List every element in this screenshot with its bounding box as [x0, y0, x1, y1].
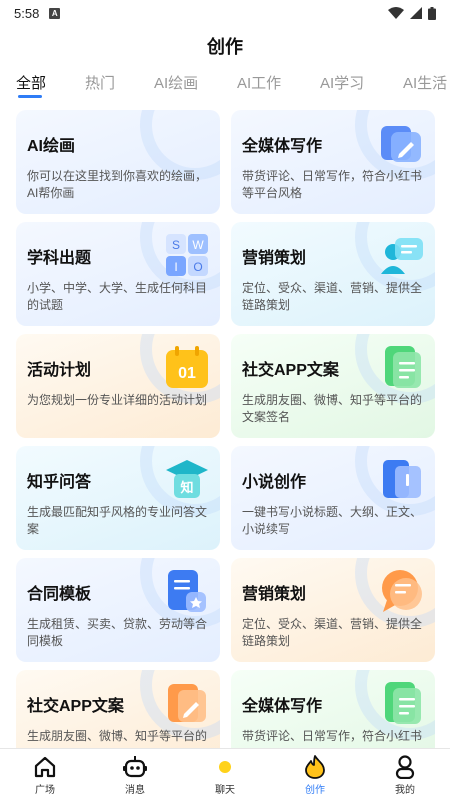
- flame-icon: [302, 754, 328, 780]
- card-title: 社交APP文案: [242, 362, 339, 379]
- green-doc-icon: [385, 682, 421, 724]
- robot-icon: [122, 754, 148, 780]
- card-description: 生成租赁、买卖、贷款、劳动等合同模板: [27, 617, 208, 648]
- card-title: 知乎问答: [27, 474, 92, 491]
- tab-all[interactable]: 全部: [16, 72, 46, 93]
- tab-ai-drawing[interactable]: AI绘画: [154, 72, 198, 93]
- card-activity-plan[interactable]: 活动计划 为您规划一份专业详细的活动计划 01: [16, 334, 220, 438]
- category-tabs: 全部 热门 AI绘画 AI工作 AI学习 AI生活: [0, 68, 450, 104]
- active-tab-indicator: [18, 95, 42, 98]
- card-title: 学科出题: [27, 250, 92, 267]
- card-title: AI绘画: [27, 138, 76, 155]
- card-marketing-plan[interactable]: 营销策划 定位、受众、渠道、营销、提供全链路策划: [231, 222, 435, 326]
- card-description: 生成朋友圈、微博、知乎等平台的: [27, 729, 208, 743]
- card-title: 营销策划: [242, 586, 307, 603]
- card-title: 社交APP文案: [27, 698, 124, 715]
- nav-create[interactable]: 创作: [270, 749, 360, 800]
- tab-ai-study[interactable]: AI学习: [320, 72, 364, 93]
- card-title: 活动计划: [27, 362, 92, 379]
- home-icon: [32, 754, 58, 780]
- cap-character: 知: [180, 480, 193, 496]
- tab-ai-life[interactable]: AI生活: [403, 72, 447, 93]
- card-zhihu-qa[interactable]: 知乎问答 生成最匹配知乎风格的专业问答文案 知: [16, 446, 220, 550]
- tab-ai-work[interactable]: AI工作: [237, 72, 281, 93]
- swio-blocks-icon: S W I O: [166, 234, 208, 276]
- nav-label: 我的: [395, 784, 415, 796]
- card-description: 小学、中学、大学、生成任何科目的试题: [27, 281, 208, 312]
- card-novel-writing[interactable]: 小说创作 一键书写小说标题、大纲、正文、小说续写: [231, 446, 435, 550]
- card-title: 全媒体写作: [242, 138, 323, 155]
- swio-letter: O: [193, 260, 202, 274]
- nav-profile[interactable]: 我的: [360, 749, 450, 800]
- card-social-app-copy[interactable]: 社交APP文案 生成朋友圈、微博、知乎等平台的文案签名: [231, 334, 435, 438]
- person-icon: [392, 754, 418, 780]
- swio-letter: S: [172, 238, 180, 252]
- card-title: 营销策划: [242, 250, 307, 267]
- creation-grid: AI绘画 你可以在这里找到你喜欢的绘画，AI帮你画 全媒体写作 带货评论、日常写…: [16, 110, 436, 748]
- page-title: 创作: [207, 37, 243, 57]
- contract-icon: [168, 570, 206, 612]
- card-title: 小说创作: [242, 474, 307, 491]
- card-description: 生成朋友圈、微博、知乎等平台的文案签名: [242, 393, 423, 424]
- book-icon: [383, 460, 421, 498]
- nav-chat[interactable]: 聊天: [180, 749, 270, 800]
- card-marketing-plan-2[interactable]: 营销策划 定位、受众、渠道、营销、提供全链路策划: [231, 558, 435, 662]
- status-time: 5:58: [14, 5, 40, 21]
- orange-pencil-icon: [168, 684, 206, 722]
- status-right: [388, 6, 436, 20]
- signal-icon: [410, 7, 422, 19]
- card-description: 定位、受众、渠道、营销、提供全链路策划: [242, 281, 423, 312]
- app-notification-icon: A: [49, 7, 61, 19]
- sun-icon: [212, 754, 238, 780]
- card-description: 你可以在这里找到你喜欢的绘画，AI帮你画: [27, 169, 208, 200]
- nav-messages[interactable]: 消息: [90, 749, 180, 800]
- card-subject-quiz[interactable]: 学科出题 小学、中学、大学、生成任何科目的试题 S W I O: [16, 222, 220, 326]
- green-doc-icon: [385, 346, 421, 388]
- card-title: 合同模板: [27, 586, 92, 603]
- card-all-media-writing[interactable]: 全媒体写作 带货评论、日常写作，符合小红书等平台风格: [231, 110, 435, 214]
- card-description: 带货评论、日常写作，符合小红书: [242, 729, 423, 743]
- card-social-app-copy-2[interactable]: 社交APP文案 生成朋友圈、微博、知乎等平台的: [16, 670, 220, 748]
- graduation-cap-icon: 知: [166, 460, 208, 498]
- card-description: 带货评论、日常写作，符合小红书等平台风格: [242, 169, 423, 200]
- nav-label: 广场: [35, 784, 55, 796]
- nav-plaza[interactable]: 广场: [0, 749, 90, 800]
- card-contract-template[interactable]: 合同模板 生成租赁、买卖、贷款、劳动等合同模板: [16, 558, 220, 662]
- card-description: 一键书写小说标题、大纲、正文、小说续写: [242, 505, 423, 536]
- card-all-media-writing-2[interactable]: 全媒体写作 带货评论、日常写作，符合小红书: [231, 670, 435, 748]
- card-description: 生成最匹配知乎风格的专业问答文案: [27, 505, 208, 536]
- nav-label: 消息: [125, 784, 145, 796]
- swio-letter: I: [174, 260, 177, 274]
- status-bar: 5:58 A: [0, 0, 450, 26]
- tab-hot[interactable]: 热门: [85, 72, 115, 93]
- bottom-nav: 广场 消息 聊天 创作 我的: [0, 748, 450, 800]
- calendar-date: 01: [178, 365, 196, 382]
- card-description: 定位、受众、渠道、营销、提供全链路策划: [242, 617, 423, 648]
- card-title: 全媒体写作: [242, 698, 323, 715]
- nav-label: 聊天: [215, 784, 235, 796]
- pencil-doc-icon: [381, 126, 421, 162]
- orange-chat-icon: [382, 570, 422, 612]
- swio-letter: W: [192, 238, 204, 252]
- calendar-icon: 01: [166, 346, 208, 388]
- wifi-icon: [388, 7, 404, 19]
- battery-icon: [428, 6, 436, 20]
- card-description: 为您规划一份专业详细的活动计划: [27, 393, 208, 407]
- card-ai-drawing[interactable]: AI绘画 你可以在这里找到你喜欢的绘画，AI帮你画: [16, 110, 220, 214]
- nav-label: 创作: [305, 784, 325, 796]
- person-chat-icon: [381, 238, 423, 274]
